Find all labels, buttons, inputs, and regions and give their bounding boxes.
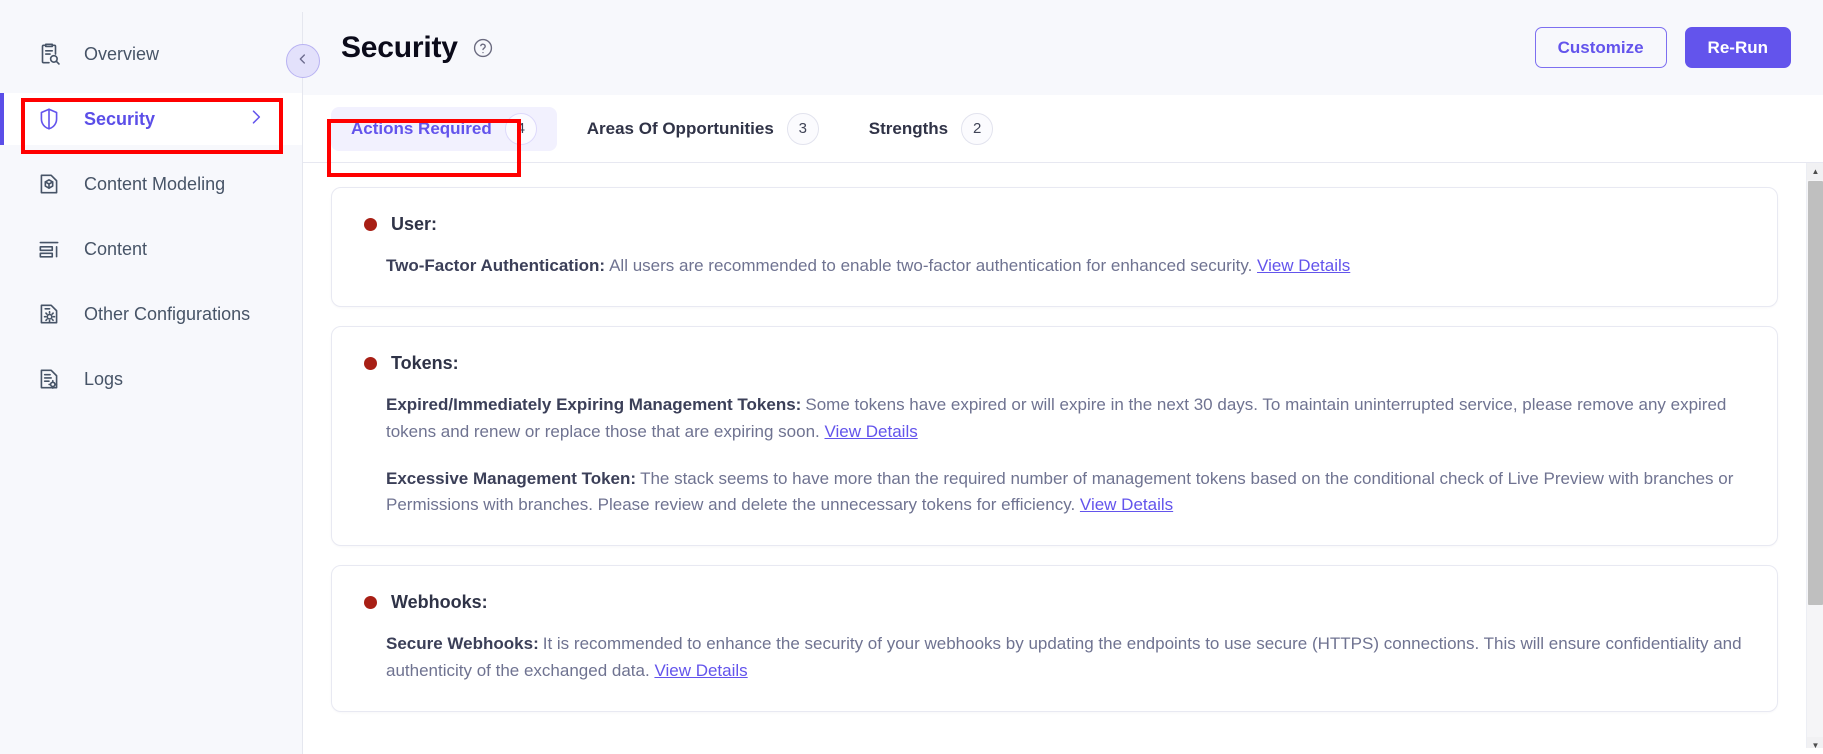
content-area: User: Two-Factor Authentication: All user… (303, 163, 1823, 754)
view-details-link[interactable]: View Details (825, 422, 918, 441)
finding-card-header: Tokens: (364, 353, 1745, 374)
tab-label: Strengths (868, 118, 949, 138)
view-details-link[interactable]: View Details (654, 661, 747, 680)
finding-item: Secure Webhooks: It is recommended to enh… (364, 631, 1745, 685)
sidebar-item-label: Security (84, 108, 156, 129)
finding-text: All users are recommended to enable two-… (609, 256, 1253, 275)
sidebar-item-security[interactable]: Security (0, 93, 302, 145)
findings-list: User: Two-Factor Authentication: All user… (303, 163, 1806, 754)
security-audit-page: Overview Security Content Modeling Conte… (0, 0, 1823, 754)
sidebar-item-content-modeling[interactable]: Content Modeling (0, 158, 302, 210)
sidebar-item-overview[interactable]: Overview (0, 28, 302, 80)
finding-card-header: Webhooks: (364, 592, 1745, 613)
sidebar-item-content[interactable]: Content (0, 223, 302, 275)
finding-card: Webhooks: Secure Webhooks: It is recommen… (331, 565, 1778, 713)
chevron-left-icon (295, 51, 311, 72)
severity-dot-icon (364, 356, 377, 370)
tab-areas-of-opportunities[interactable]: Areas Of Opportunities 3 (567, 107, 839, 151)
sidebar-item-label: Logs (84, 368, 124, 389)
tab-count-badge: 4 (504, 112, 537, 145)
finding-card-title: Tokens: (391, 352, 459, 373)
tab-actions-required[interactable]: Actions Required 4 (331, 106, 557, 151)
tab-count-badge: 2 (961, 112, 994, 145)
tab-label: Areas Of Opportunities (586, 118, 774, 138)
shield-icon (36, 106, 62, 132)
chevron-right-icon (246, 107, 266, 132)
customize-button[interactable]: Customize (1534, 27, 1667, 68)
content-model-icon (36, 171, 62, 197)
finding-card-title: User: (391, 214, 438, 234)
finding-item: Excessive Management Token: The stack see… (364, 466, 1745, 520)
bottom-strip (303, 748, 1823, 754)
page-header: Security Customize Re-Run (286, 0, 1823, 95)
configuration-gear-icon (36, 301, 62, 327)
finding-item: Expired/Immediately Expiring Management … (364, 392, 1745, 446)
sidebar: Overview Security Content Modeling Conte… (0, 0, 303, 754)
scroll-up-arrow-icon[interactable]: ▲ (1807, 163, 1823, 180)
tab-label: Actions Required (351, 118, 492, 138)
severity-dot-icon (364, 218, 377, 231)
scrollbar-thumb[interactable] (1808, 181, 1823, 605)
finding-card: User: Two-Factor Authentication: All user… (331, 187, 1778, 307)
clipboard-search-icon (36, 41, 62, 67)
finding-card-title: Webhooks: (391, 592, 488, 613)
logs-icon (36, 366, 62, 392)
view-details-link[interactable]: View Details (1080, 495, 1173, 514)
sidebar-item-other-configurations[interactable]: Other Configurations (0, 288, 302, 340)
question-circle-icon[interactable] (472, 37, 494, 59)
finding-item: Two-Factor Authentication: All users are … (364, 253, 1745, 280)
finding-text: It is recommended to enhance the securit… (386, 634, 1742, 681)
sidebar-item-label: Content Modeling (84, 173, 226, 194)
finding-card-header: User: (364, 214, 1745, 235)
page-title: Security (341, 30, 458, 64)
finding-label: Expired/Immediately Expiring Management … (386, 394, 802, 414)
finding-card: Tokens: Expired/Immediately Expiring Man… (331, 325, 1778, 547)
tab-bar: Actions Required 4 Areas Of Opportunitie… (303, 95, 1823, 163)
finding-label: Secure Webhooks: (386, 634, 539, 654)
main-panel: Security Customize Re-Run Actions Requir… (286, 0, 1823, 754)
sidebar-item-label: Content (84, 238, 148, 259)
content-list-icon (36, 236, 62, 262)
content-scrollbar[interactable]: ▲ ▼ (1806, 163, 1823, 754)
sidebar-item-label: Other Configurations (84, 303, 251, 324)
severity-dot-icon (364, 596, 377, 610)
header-actions: Customize Re-Run (1534, 27, 1791, 68)
rerun-button[interactable]: Re-Run (1684, 27, 1791, 68)
sidebar-item-label: Overview (84, 43, 160, 64)
tab-count-badge: 3 (786, 112, 819, 145)
tab-strengths[interactable]: Strengths 2 (849, 107, 1013, 151)
finding-label: Excessive Management Token: (386, 468, 637, 488)
finding-label: Two-Factor Authentication: (386, 256, 606, 275)
collapse-sidebar-button[interactable] (286, 44, 320, 78)
view-details-link[interactable]: View Details (1257, 256, 1350, 275)
sidebar-item-logs[interactable]: Logs (0, 353, 302, 405)
